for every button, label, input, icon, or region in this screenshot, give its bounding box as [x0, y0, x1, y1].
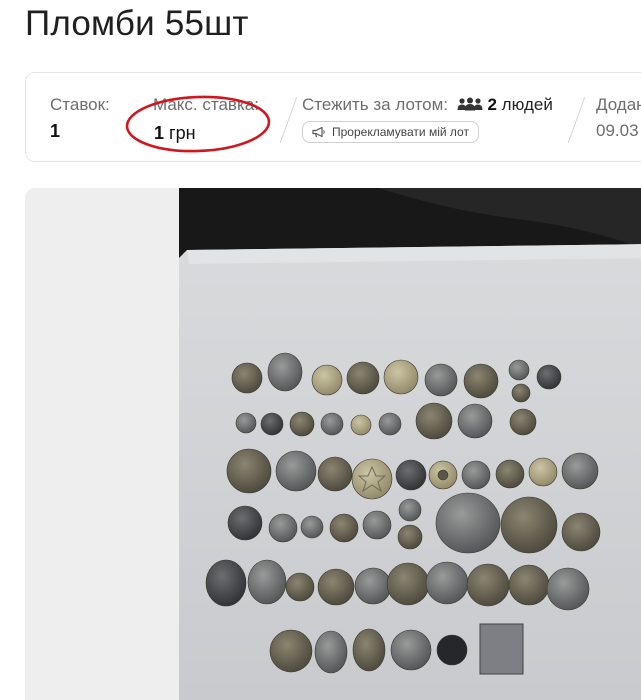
megaphone-icon	[312, 126, 325, 138]
max-bid-stat: Макс. ставка: 1 грн	[153, 95, 259, 144]
bids-value: 1	[50, 121, 61, 141]
max-bid-value: 1 грн	[153, 123, 259, 144]
stats-divider	[279, 97, 298, 143]
promote-lot-button[interactable]: Прорекламувати мій лот	[302, 121, 479, 143]
added-label: Додано	[596, 95, 641, 114]
row-5-seals	[205, 559, 590, 611]
max-bid-label: Макс. ставка:	[153, 95, 259, 114]
bids-stat: Ставок: 1	[50, 95, 110, 142]
max-bid-currency: грн	[169, 123, 196, 143]
watchers-line: Стежить за лотом: 2 людей	[302, 95, 553, 115]
people-icon	[457, 97, 483, 111]
page-title: Пломби 55шт	[25, 4, 249, 43]
watchers-label: Стежить за лотом:	[302, 95, 448, 114]
lot-photo-gallery	[25, 188, 641, 700]
watchers-stat: Стежить за лотом: 2 людей Прорекламувати…	[302, 95, 553, 143]
watchers-unit: людей	[501, 95, 553, 114]
lot-page: Пломби 55шт Ставок: 1 Макс. ставка: 1 гр…	[0, 0, 641, 700]
watchers-count: 2	[487, 95, 497, 114]
max-bid-amount: 1	[154, 123, 165, 143]
lot-stats-panel: Ставок: 1 Макс. ставка: 1 грн Стежить за…	[25, 72, 641, 162]
bids-label: Ставок:	[50, 95, 110, 114]
added-value: 09.03	[596, 121, 639, 140]
added-stat: Додано 09.03	[596, 95, 641, 141]
lot-photo[interactable]	[179, 188, 641, 700]
stats-divider	[567, 97, 586, 143]
promote-lot-label: Прорекламувати мій лот	[332, 125, 469, 139]
